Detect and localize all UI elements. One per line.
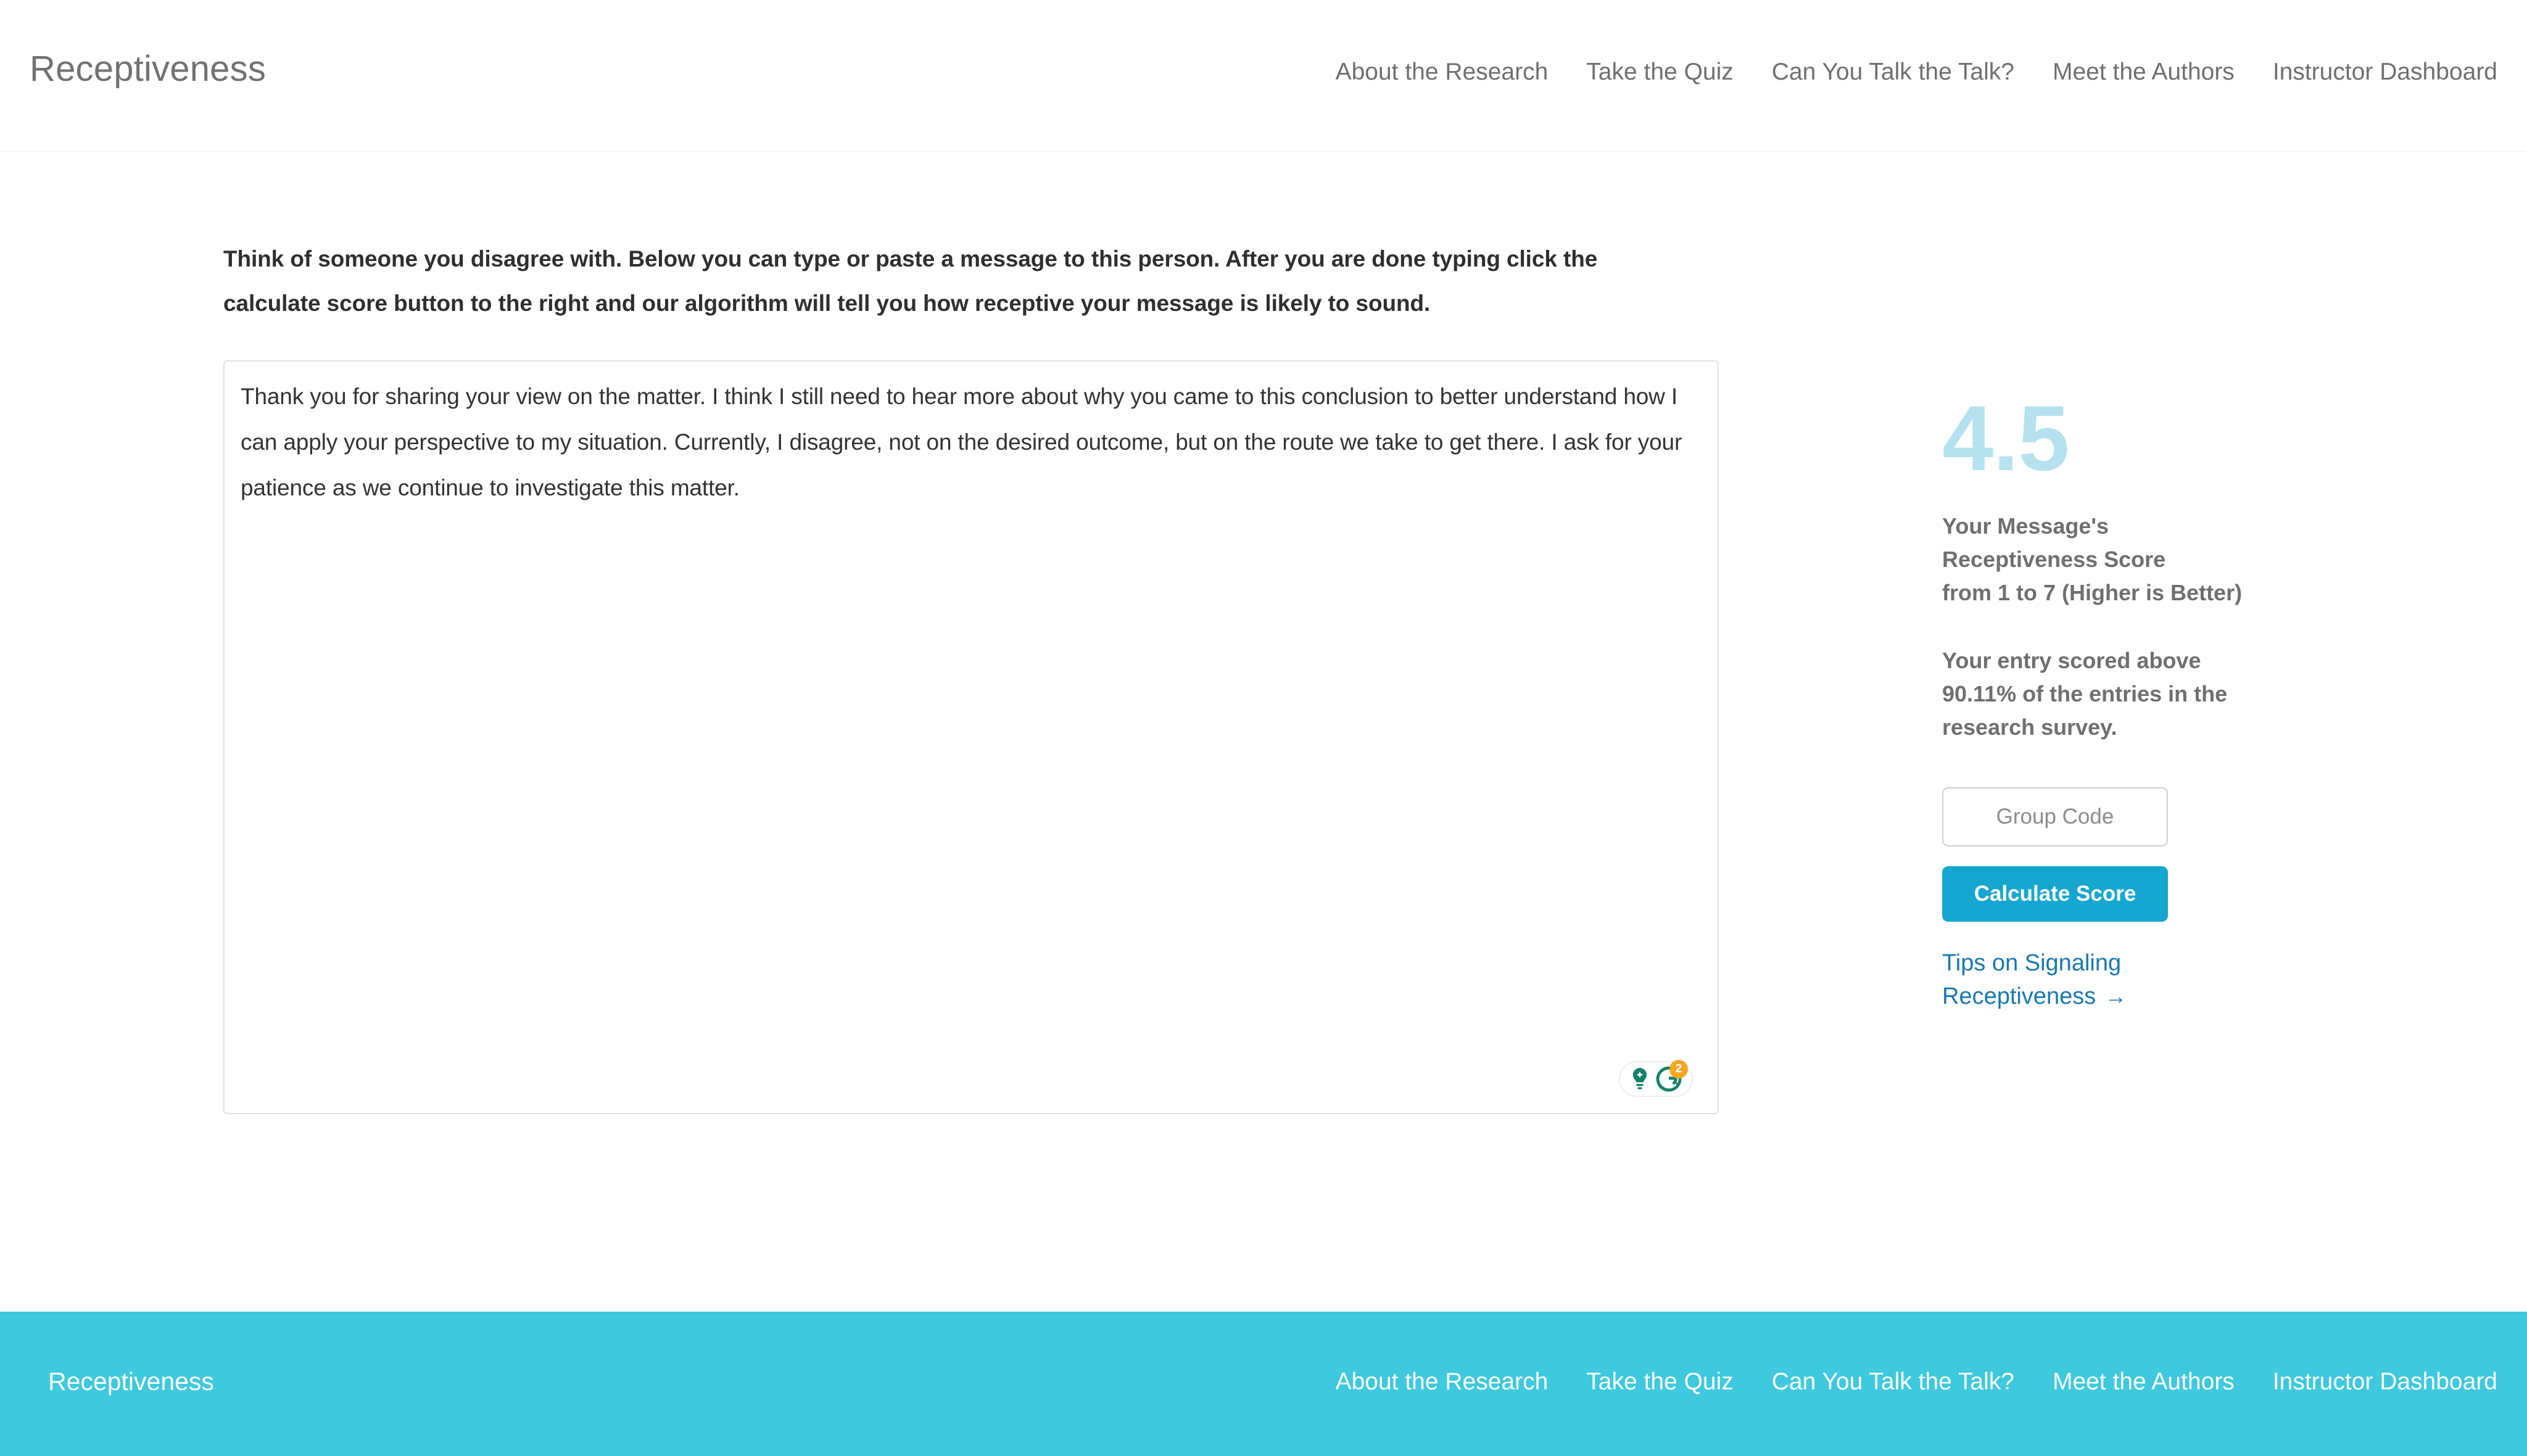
footer-brand[interactable]: Receptiveness — [48, 1367, 214, 1396]
score-percentile: Your entry scored above 90.11% of the en… — [1942, 644, 2288, 744]
grammarly-badge-count: 2 — [1669, 1060, 1688, 1078]
grammarly-widget[interactable]: 2 — [1619, 1060, 1693, 1097]
brand-logo[interactable]: Receptiveness — [30, 48, 266, 89]
nav-item-instructor-dashboard[interactable]: Instructor Dashboard — [2273, 59, 2497, 86]
footer-nav: About the Research Take the Quiz Can You… — [1336, 1368, 2497, 1396]
nav-item-can-you-talk-the-talk[interactable]: Can You Talk the Talk? — [1772, 59, 2014, 86]
score-percentile-line1: Your entry scored above — [1942, 648, 2201, 673]
tips-link-line1: Tips on Signaling — [1942, 950, 2122, 976]
arrow-right-icon: → — [2104, 983, 2127, 1009]
grammarly-logo-icon[interactable]: 2 — [1655, 1060, 1688, 1093]
nav-item-about-the-research[interactable]: About the Research — [1336, 59, 1549, 86]
footer-nav-item-meet-the-authors[interactable]: Meet the Authors — [2053, 1368, 2235, 1396]
score-caption-line2: Receptiveness Score — [1942, 547, 2166, 572]
tips-on-signaling-receptiveness-link[interactable]: Tips on Signaling Receptiveness → — [1942, 946, 2201, 1013]
score-caption-line1: Your Message's — [1942, 513, 2109, 539]
score-percentile-line2: 90.11% of the entries in the — [1942, 681, 2228, 706]
site-header: Receptiveness About the Research Take th… — [0, 0, 2527, 152]
group-code-input[interactable] — [1942, 787, 2168, 846]
score-caption: Your Message's Receptiveness Score from … — [1942, 510, 2288, 610]
message-editor[interactable]: Thank you for sharing your view on the m… — [223, 360, 1719, 1114]
score-panel: 4.5 Your Message's Receptiveness Score f… — [1942, 386, 2288, 1013]
footer-nav-item-about-the-research[interactable]: About the Research — [1336, 1368, 1549, 1396]
footer-nav-item-can-you-talk-the-talk[interactable]: Can You Talk the Talk? — [1772, 1368, 2014, 1396]
calculate-score-button[interactable]: Calculate Score — [1942, 866, 2168, 922]
score-value: 4.5 — [1942, 386, 2070, 490]
score-caption-line3: from 1 to 7 (Higher is Better) — [1942, 580, 2243, 605]
score-percentile-line3: research survey. — [1942, 714, 2117, 740]
message-editor-text[interactable]: Thank you for sharing your view on the m… — [241, 374, 1709, 511]
nav-item-take-the-quiz[interactable]: Take the Quiz — [1586, 59, 1733, 86]
site-footer: Receptiveness About the Research Take th… — [0, 1312, 2527, 1456]
footer-nav-item-take-the-quiz[interactable]: Take the Quiz — [1586, 1368, 1733, 1396]
header-nav: About the Research Take the Quiz Can You… — [1336, 59, 2497, 86]
lightbulb-icon[interactable] — [1629, 1067, 1651, 1091]
footer-nav-item-instructor-dashboard[interactable]: Instructor Dashboard — [2273, 1368, 2497, 1396]
instructions-text: Think of someone you disagree with. Belo… — [223, 246, 1598, 316]
tips-link-line2: Receptiveness — [1942, 983, 2096, 1009]
main-content: Think of someone you disagree with. Belo… — [0, 152, 2527, 1312]
nav-item-meet-the-authors[interactable]: Meet the Authors — [2053, 59, 2235, 86]
